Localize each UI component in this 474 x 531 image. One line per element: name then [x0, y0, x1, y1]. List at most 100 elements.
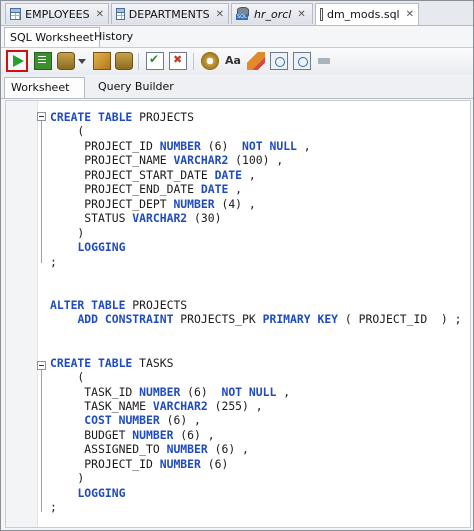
sql-text: , — [296, 138, 311, 153]
sql-code: CREATE TABLE PROJECTS ( PROJECT_ID NUMBE… — [6, 101, 470, 527]
tab-departments[interactable]: DEPARTMENTS ✕ — [111, 3, 229, 24]
clear-icon[interactable] — [247, 52, 265, 70]
worksheet-toolbar: Aa — [1, 47, 473, 76]
dropdown-caret-icon[interactable] — [77, 52, 87, 70]
sql-text: (6) , — [173, 427, 215, 442]
code-line: LOGGING — [50, 240, 125, 255]
code-line: PROJECT_ID NUMBER (6) NOT NULL , — [50, 138, 311, 154]
sql-text: (6) , — [159, 413, 201, 428]
tab-history[interactable]: History — [89, 27, 138, 47]
table-icon — [10, 8, 22, 20]
sql-keyword: COST — [84, 413, 112, 428]
sql-text: STATUS — [50, 211, 133, 226]
sql-text: PROJECT_ID — [50, 456, 160, 471]
sql-keyword: LOGGING — [77, 485, 126, 500]
sql-text: (6) — [200, 456, 229, 471]
close-icon[interactable]: ✕ — [406, 9, 414, 20]
sql-text: ; — [50, 254, 57, 269]
sql-text: ) — [50, 225, 85, 240]
tuning-advisor-icon[interactable] — [201, 52, 219, 70]
sql-text: (6) — [180, 384, 222, 399]
code-line: ALTER TABLE PROJECTS — [50, 298, 187, 313]
sql-text: TASKS — [132, 355, 174, 370]
tab-query-builder[interactable]: Query Builder — [92, 77, 180, 98]
code-line: ; — [50, 255, 57, 270]
sql-developer-window: EMPLOYEES ✕ DEPARTMENTS ✕ hr_orcl ✕ dm_m… — [0, 0, 474, 531]
code-line: LOGGING — [50, 486, 125, 501]
find-icon[interactable] — [293, 52, 311, 70]
sql-keyword: CREATE TABLE — [50, 110, 133, 124]
toolbar-separator — [193, 53, 194, 70]
sql-keyword: NUMBER — [159, 456, 201, 471]
sql-keyword: NUMBER — [159, 138, 201, 153]
code-line: STATUS VARCHAR2 (30) — [50, 211, 221, 226]
sql-tuning-icon[interactable] — [115, 52, 133, 70]
format-icon[interactable]: Aa — [224, 52, 242, 70]
code-line: ) — [50, 226, 84, 241]
file-tab-bar: EMPLOYEES ✕ DEPARTMENTS ✕ hr_orcl ✕ dm_m… — [1, 1, 473, 26]
code-line: ASSIGNED_TO NUMBER (6) , — [50, 442, 249, 457]
explain-plan-icon[interactable] — [316, 52, 334, 70]
sql-text: PROJECTS — [125, 297, 188, 312]
sql-text: (255) , — [207, 399, 263, 413]
code-line: CREATE TABLE TASKS — [50, 356, 173, 371]
tab-label: dm_mods.sql — [326, 8, 400, 21]
sql-text: PROJECT_END_DATE — [50, 182, 201, 197]
sql-text: TASK_NAME — [50, 399, 153, 413]
sql-text: PROJECTS — [132, 110, 195, 124]
tab-sql-worksheet[interactable]: SQL Worksheet — [4, 27, 100, 47]
sql-text: ( — [50, 124, 85, 139]
sql-keyword: VARCHAR2 — [173, 153, 229, 168]
sql-keyword: VARCHAR2 — [132, 211, 188, 226]
sql-text: ( PROJECT_ID ) ; — [338, 312, 462, 327]
commit-icon[interactable] — [146, 52, 164, 70]
sql-text: BUDGET — [50, 427, 133, 442]
run-statement-button[interactable] — [6, 50, 28, 72]
sql-keyword: NOT NULL — [221, 384, 277, 399]
sql-text: PROJECT_DEPT — [50, 196, 174, 211]
rollback-icon[interactable] — [169, 52, 187, 70]
sql-keyword: NUMBER — [166, 442, 208, 457]
sql-text: ; — [50, 500, 57, 515]
autotrace-icon[interactable] — [57, 52, 75, 70]
tab-label: EMPLOYEES — [25, 7, 90, 21]
sql-keyword: LOGGING — [77, 240, 126, 255]
code-line: CREATE TABLE PROJECTS — [50, 110, 194, 125]
sql-keyword: DATE — [214, 167, 243, 182]
code-line: TASK_NAME VARCHAR2 (255) , — [50, 399, 263, 414]
sql-keyword: VARCHAR2 — [152, 399, 208, 413]
code-line: PROJECT_START_DATE DATE , — [50, 167, 255, 183]
run-script-icon[interactable] — [34, 52, 52, 70]
tab-label: hr_orcl — [254, 7, 292, 21]
code-line: ( — [50, 370, 84, 385]
explain-icon[interactable] — [93, 52, 111, 70]
code-line: BUDGET NUMBER (6) , — [50, 427, 215, 443]
tab-hr-orcl[interactable]: hr_orcl ✕ — [231, 3, 313, 24]
sql-text: (100) , — [228, 153, 284, 168]
tab-label: DEPARTMENTS — [128, 7, 210, 21]
worksheet-tab-bar: Worksheet Query Builder — [1, 75, 473, 99]
sql-text: (30) — [187, 211, 222, 226]
sql-keyword: ADD CONSTRAINT — [77, 312, 174, 327]
close-icon[interactable]: ✕ — [216, 9, 224, 20]
sql-history-icon[interactable] — [270, 52, 288, 70]
sql-text: , — [276, 384, 291, 399]
sql-text: PROJECTS_PK — [173, 312, 263, 327]
sql-text: (6) — [200, 138, 243, 153]
sql-editor[interactable]: CREATE TABLE PROJECTS ( PROJECT_ID NUMBE… — [5, 100, 471, 528]
sql-connection-icon — [236, 7, 250, 21]
tab-employees[interactable]: EMPLOYEES ✕ — [5, 3, 109, 24]
sql-text: (4) , — [214, 196, 256, 211]
close-icon[interactable]: ✕ — [96, 9, 104, 20]
sql-text: , — [228, 182, 243, 197]
tab-dm-mods-sql[interactable]: dm_mods.sql ✕ — [315, 3, 419, 25]
sql-text: TASK_ID — [50, 384, 140, 399]
tab-worksheet[interactable]: Worksheet — [4, 77, 85, 98]
code-line: PROJECT_END_DATE DATE , — [50, 182, 242, 197]
sql-keyword: CREATE TABLE — [50, 355, 133, 370]
close-icon[interactable]: ✕ — [297, 9, 305, 20]
code-line: ( — [50, 124, 84, 139]
